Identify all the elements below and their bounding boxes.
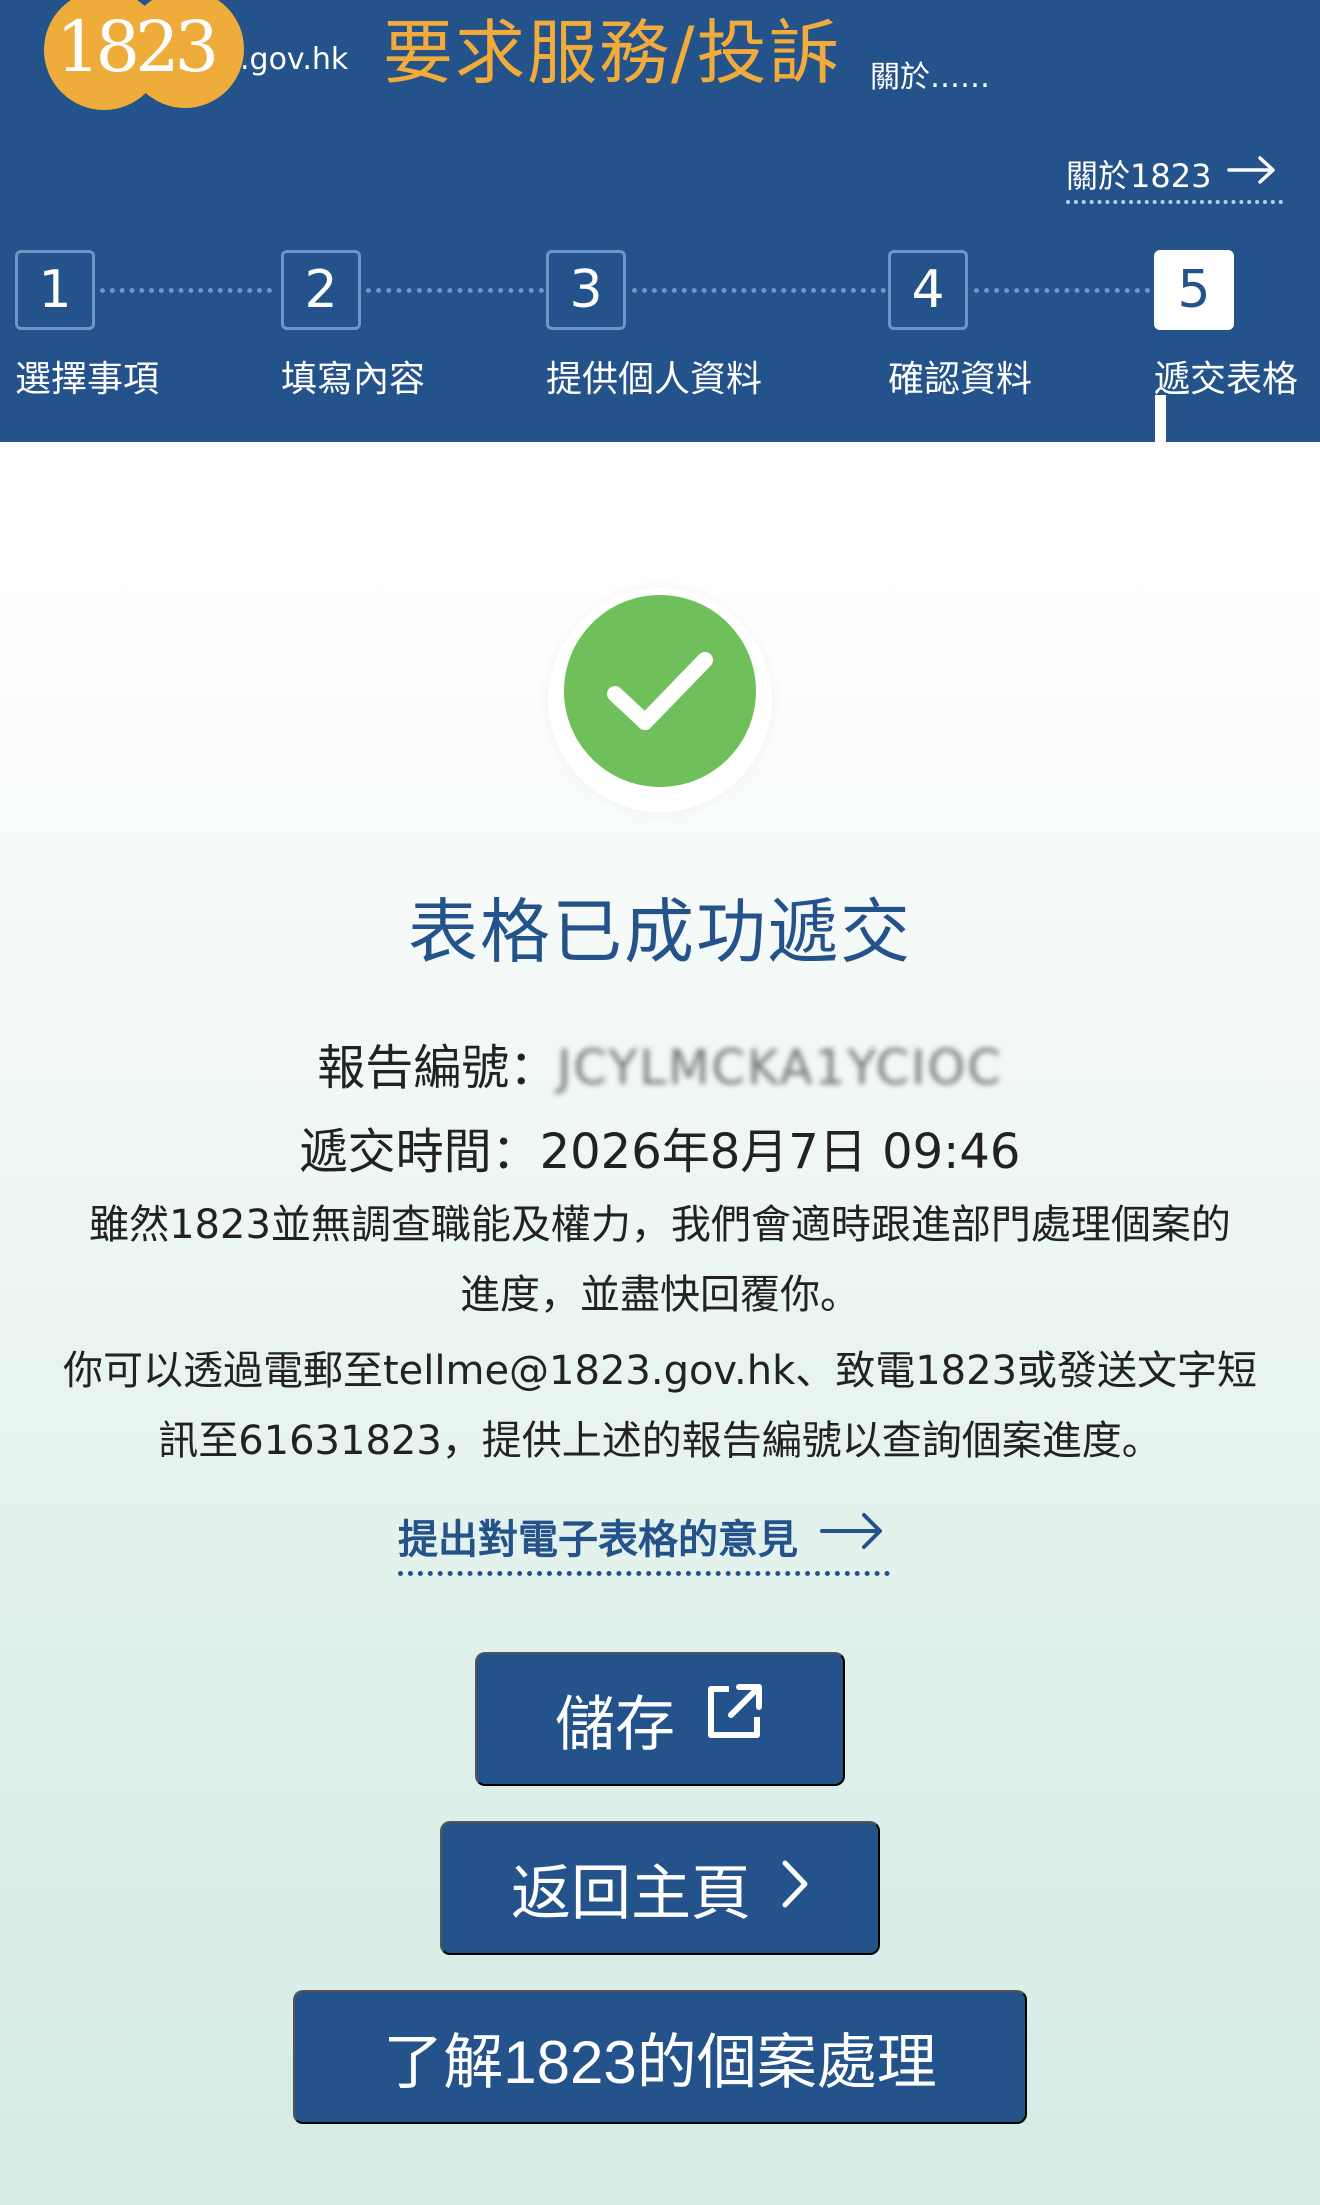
step-number: 3 [546,250,626,330]
step-label: 填寫內容 [281,359,426,400]
about-1823-link[interactable]: 關於1823 [1066,148,1284,204]
paragraph-line: 進度，並盡快回覆你。 [460,1272,860,1318]
checkmark-icon [564,595,756,787]
learn-case-handling-button[interactable]: 了解1823的個案處理 [293,1990,1027,2124]
step-connector [100,288,272,293]
success-title: 表格已成功遞交 [408,891,912,973]
active-step-indicator [1155,395,1166,442]
step-5: 5 遞交表格 [1154,250,1298,400]
step-number-active: 5 [1154,250,1234,330]
save-button-label: 儲存 [555,1690,675,1758]
step-connector [974,288,1150,293]
about-link-label: 關於1823 [1066,157,1212,195]
report-number-label: 報告編號： [317,1040,558,1096]
chevron-right-icon [779,1854,809,1923]
page-subtitle: 關於…… [870,60,990,95]
logo[interactable]: 1823 .gov.hk [44,0,348,115]
paragraph-line: 你可以透過電郵至tellme@1823.gov.hk、致電1823或發送文字短 [62,1348,1258,1394]
external-link-icon [703,1681,765,1757]
paragraph-line: 雖然1823並無調查職能及權力，我們會適時跟進部門處理個案的 [89,1202,1231,1248]
home-button-label: 返回主頁 [511,1859,751,1927]
submission-time-row: 遞交時間：2026年8月7日 09:46 [0,1112,1320,1182]
report-number-row: 報告編號：JCYLMCKA1YCIOC [0,1028,1320,1098]
submission-time-value: 2026年8月7日 09:46 [539,1124,1021,1180]
step-connector [366,288,544,293]
step-connector [632,288,886,293]
step-label: 提供個人資料 [546,359,763,400]
step-label: 遞交表格 [1154,359,1299,400]
logo-domain: .gov.hk [240,42,349,77]
step-1: 1 選擇事項 [15,250,159,400]
step-2: 2 填寫內容 [281,250,425,400]
save-button[interactable]: 儲存 [475,1652,845,1786]
page-title: 要求服務/投訴 [383,12,841,94]
follow-up-paragraph: 雖然1823並無調查職能及權力，我們會適時跟進部門處理個案的 進度，並盡快回覆你… [50,1190,1270,1330]
step-number: 4 [888,250,968,330]
step-number: 2 [281,250,361,330]
arrow-right-icon [1227,155,1277,193]
enquiry-paragraph: 你可以透過電郵至tellme@1823.gov.hk、致電1823或發送文字短 … [50,1336,1270,1476]
step-label: 確認資料 [888,359,1033,400]
arrow-right-icon [820,1511,884,1561]
logo-number: 1823 [56,6,219,88]
form-feedback-link[interactable]: 提出對電子表格的意見 [398,1500,890,1576]
paragraph-line: 訊至61631823，提供上述的報告編號以查詢個案進度。 [158,1418,1162,1464]
feedback-link-label: 提出對電子表格的意見 [398,1516,798,1563]
page-header: 1823 .gov.hk 要求服務/投訴 關於…… 關於1823 1 選擇事項 … [0,0,1320,442]
step-3: 3 提供個人資料 [546,250,762,400]
back-to-home-button[interactable]: 返回主頁 [440,1821,880,1955]
step-number: 1 [15,250,95,330]
step-label: 選擇事項 [15,359,160,400]
learn-button-label: 了解1823的個案處理 [383,2028,937,2096]
step-4: 4 確認資料 [888,250,1032,400]
report-number-value: JCYLMCKA1YCIOC [557,1040,1003,1096]
submission-time-label: 遞交時間： [299,1124,540,1180]
